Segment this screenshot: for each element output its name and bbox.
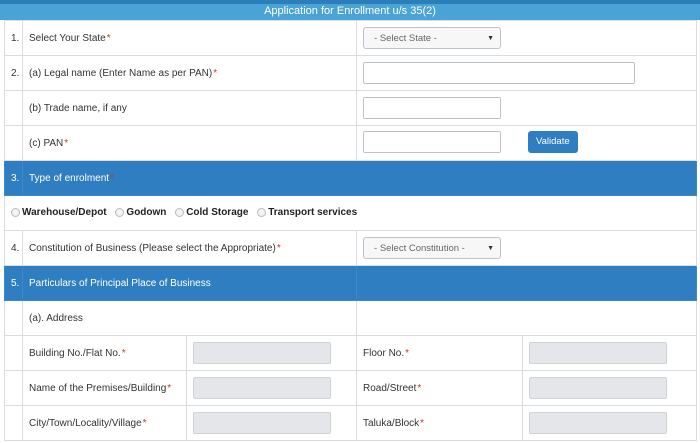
premises-input[interactable] <box>193 377 331 399</box>
constitution-label-cell: Constitution of Business (Please select … <box>21 230 358 266</box>
address-label: (a). Address <box>29 312 83 324</box>
state-select[interactable]: - Select State - ▼ <box>363 27 502 49</box>
required-asterisk: * <box>213 67 218 79</box>
road-input[interactable] <box>529 377 668 399</box>
floor-label: Floor No. <box>363 347 405 359</box>
radio-warehouse-depot[interactable]: Warehouse/Depot <box>11 207 107 218</box>
legal-name-label: (a) Legal name (Enter Name as per PAN) <box>29 67 213 79</box>
row-number: 1. <box>4 20 23 56</box>
constitution-select[interactable]: - Select Constitution - ▼ <box>363 237 502 259</box>
premises-label: Name of the Premises/Building <box>29 382 167 394</box>
required-asterisk: * <box>106 32 111 44</box>
chevron-down-icon: ▼ <box>487 244 495 252</box>
radio-circle-icon <box>257 207 267 217</box>
form-title: Application for Enrollment u/s 35(2) <box>0 0 700 20</box>
principal-label: Particulars of Principal Place of Busine… <box>29 277 211 289</box>
constitution-select-value: - Select Constitution - <box>374 242 465 254</box>
road-label: Road/Street <box>363 382 417 394</box>
row-number: 4. <box>4 230 23 266</box>
radio-cold-storage[interactable]: Cold Storage <box>175 207 248 218</box>
principal-label-cell: Particulars of Principal Place of Busine… <box>21 265 358 301</box>
row-enrolment-options: Warehouse/Depot Godown Cold Storage Tran… <box>3 195 698 231</box>
building-label: Building No./Flat No. <box>29 347 121 359</box>
city-label-cell: City/Town/Locality/Village* <box>22 405 187 441</box>
pan-label: (c) PAN <box>29 137 64 149</box>
state-select-cell: - Select State - ▼ <box>356 20 698 56</box>
radio-circle-icon <box>115 207 125 217</box>
required-asterisk: * <box>121 347 126 359</box>
floor-label-cell: Floor No.* <box>356 335 524 371</box>
city-label: City/Town/Locality/Village <box>29 417 142 429</box>
option-label: Godown <box>126 206 167 218</box>
row-trade-name: (b) Trade name, if any <box>4 90 698 126</box>
row-premises-road: Name of the Premises/Building* Road/Stre… <box>4 370 698 406</box>
taluka-input[interactable] <box>529 412 668 434</box>
required-asterisk: * <box>110 172 114 184</box>
floor-input[interactable] <box>529 342 668 364</box>
pan-input[interactable] <box>363 130 502 153</box>
row-pan: (c) PAN* Validate <box>4 125 698 161</box>
taluka-label-cell: Taluka/Block* <box>356 405 524 441</box>
trade-name-input[interactable] <box>363 97 502 119</box>
required-asterisk: * <box>167 382 172 394</box>
row-principal-header: 5. Particulars of Principal Place of Bus… <box>4 265 698 301</box>
legal-name-label-cell: (a) Legal name (Enter Name as per PAN)* <box>21 55 358 91</box>
premises-label-cell: Name of the Premises/Building* <box>22 370 187 406</box>
option-label: Transport services <box>268 206 358 218</box>
legal-name-input-cell <box>356 55 698 91</box>
chevron-down-icon: ▼ <box>487 34 495 42</box>
row-building-floor: Building No./Flat No.* Floor No.* <box>4 335 698 371</box>
row-constitution: 4. Constitution of Business (Please sele… <box>4 230 698 266</box>
row-number: 5. <box>4 265 23 301</box>
trade-name-label: (b) Trade name, if any <box>29 102 127 114</box>
building-input[interactable] <box>193 342 331 364</box>
building-label-cell: Building No./Flat No.* <box>22 335 187 371</box>
required-asterisk: * <box>417 382 422 394</box>
trade-name-input-cell <box>356 90 698 126</box>
required-asterisk: * <box>276 242 281 254</box>
row-city-taluka: City/Town/Locality/Village* Taluka/Block… <box>4 405 698 441</box>
radio-godown[interactable]: Godown <box>115 207 166 218</box>
row-state: 1. Select Your State* - Select State - ▼ <box>4 20 698 56</box>
required-asterisk: * <box>405 347 410 359</box>
enrolment-options-cell: Warehouse/Depot Godown Cold Storage Tran… <box>3 195 698 231</box>
pan-label-cell: (c) PAN* <box>21 125 358 161</box>
city-input[interactable] <box>193 412 331 434</box>
row-enrolment-header: 3. Type of enrolment* <box>4 160 698 196</box>
state-label-cell: Select Your State* <box>21 20 358 56</box>
address-label-cell: (a). Address <box>21 300 358 336</box>
legal-name-input[interactable] <box>363 62 636 84</box>
row-number: 2. <box>4 55 23 91</box>
required-asterisk: * <box>64 137 69 149</box>
radio-circle-icon <box>11 207 20 217</box>
required-asterisk: * <box>420 417 425 429</box>
row-number: 3. <box>4 160 23 196</box>
enrolment-label: Type of enrolment <box>29 172 110 184</box>
required-asterisk: * <box>142 417 147 429</box>
enrollment-form-table: 1. Select Your State* - Select State - ▼… <box>3 20 698 441</box>
row-address-heading: (a). Address <box>4 300 698 336</box>
radio-circle-icon <box>175 207 185 217</box>
radio-transport-services[interactable]: Transport services <box>257 207 357 218</box>
pan-input-cell: Validate <box>356 125 698 161</box>
constitution-select-cell: - Select Constitution - ▼ <box>356 230 698 266</box>
constitution-label: Constitution of Business (Please select … <box>29 242 276 254</box>
state-label: Select Your State <box>29 32 106 44</box>
validate-button[interactable]: Validate <box>528 130 578 153</box>
state-select-value: - Select State - <box>374 32 437 44</box>
enrollment-form-page: Application for Enrollment u/s 35(2) 1. … <box>0 0 700 443</box>
taluka-label: Taluka/Block <box>363 417 420 429</box>
option-label: Warehouse/Depot <box>22 206 107 218</box>
road-label-cell: Road/Street* <box>356 370 524 406</box>
option-label: Cold Storage <box>186 206 249 218</box>
enrolment-label-cell: Type of enrolment* <box>21 160 698 196</box>
trade-name-label-cell: (b) Trade name, if any <box>21 90 358 126</box>
row-legal-name: 2. (a) Legal name (Enter Name as per PAN… <box>4 55 698 91</box>
